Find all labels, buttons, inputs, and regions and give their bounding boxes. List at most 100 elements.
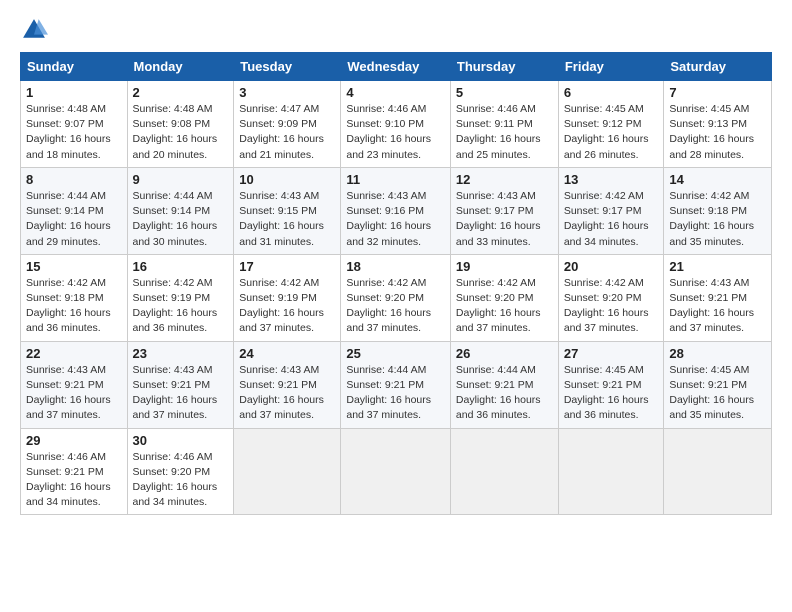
day-info: Sunrise: 4:43 AMSunset: 9:16 PMDaylight:… bbox=[346, 190, 431, 248]
day-number: 12 bbox=[456, 172, 553, 187]
day-info: Sunrise: 4:47 AMSunset: 9:09 PMDaylight:… bbox=[239, 103, 324, 161]
calendar-cell: 22 Sunrise: 4:43 AMSunset: 9:21 PMDaylig… bbox=[21, 341, 128, 428]
day-info: Sunrise: 4:42 AMSunset: 9:20 PMDaylight:… bbox=[564, 277, 649, 335]
calendar-cell: 5 Sunrise: 4:46 AMSunset: 9:11 PMDayligh… bbox=[450, 81, 558, 168]
calendar-cell: 24 Sunrise: 4:43 AMSunset: 9:21 PMDaylig… bbox=[234, 341, 341, 428]
calendar-cell: 8 Sunrise: 4:44 AMSunset: 9:14 PMDayligh… bbox=[21, 167, 128, 254]
weekday-header-row: SundayMondayTuesdayWednesdayThursdayFrid… bbox=[21, 53, 772, 81]
day-number: 2 bbox=[133, 85, 229, 100]
calendar-cell: 25 Sunrise: 4:44 AMSunset: 9:21 PMDaylig… bbox=[341, 341, 451, 428]
day-number: 4 bbox=[346, 85, 445, 100]
day-number: 18 bbox=[346, 259, 445, 274]
day-info: Sunrise: 4:44 AMSunset: 9:21 PMDaylight:… bbox=[456, 364, 541, 422]
day-number: 5 bbox=[456, 85, 553, 100]
day-info: Sunrise: 4:46 AMSunset: 9:21 PMDaylight:… bbox=[26, 451, 111, 509]
day-number: 17 bbox=[239, 259, 335, 274]
calendar-cell: 18 Sunrise: 4:42 AMSunset: 9:20 PMDaylig… bbox=[341, 254, 451, 341]
calendar-cell bbox=[234, 428, 341, 515]
day-number: 8 bbox=[26, 172, 122, 187]
day-info: Sunrise: 4:44 AMSunset: 9:21 PMDaylight:… bbox=[346, 364, 431, 422]
calendar-cell: 13 Sunrise: 4:42 AMSunset: 9:17 PMDaylig… bbox=[558, 167, 664, 254]
calendar-cell: 9 Sunrise: 4:44 AMSunset: 9:14 PMDayligh… bbox=[127, 167, 234, 254]
calendar-cell: 30 Sunrise: 4:46 AMSunset: 9:20 PMDaylig… bbox=[127, 428, 234, 515]
day-number: 21 bbox=[669, 259, 766, 274]
day-info: Sunrise: 4:45 AMSunset: 9:13 PMDaylight:… bbox=[669, 103, 754, 161]
weekday-header-wednesday: Wednesday bbox=[341, 53, 451, 81]
calendar-cell bbox=[664, 428, 772, 515]
calendar-cell: 1 Sunrise: 4:48 AMSunset: 9:07 PMDayligh… bbox=[21, 81, 128, 168]
weekday-header-saturday: Saturday bbox=[664, 53, 772, 81]
day-info: Sunrise: 4:48 AMSunset: 9:07 PMDaylight:… bbox=[26, 103, 111, 161]
day-info: Sunrise: 4:42 AMSunset: 9:17 PMDaylight:… bbox=[564, 190, 649, 248]
day-info: Sunrise: 4:46 AMSunset: 9:20 PMDaylight:… bbox=[133, 451, 218, 509]
day-number: 7 bbox=[669, 85, 766, 100]
day-number: 11 bbox=[346, 172, 445, 187]
calendar-cell: 2 Sunrise: 4:48 AMSunset: 9:08 PMDayligh… bbox=[127, 81, 234, 168]
day-info: Sunrise: 4:43 AMSunset: 9:15 PMDaylight:… bbox=[239, 190, 324, 248]
day-number: 23 bbox=[133, 346, 229, 361]
day-info: Sunrise: 4:45 AMSunset: 9:21 PMDaylight:… bbox=[669, 364, 754, 422]
day-number: 10 bbox=[239, 172, 335, 187]
day-number: 14 bbox=[669, 172, 766, 187]
day-info: Sunrise: 4:42 AMSunset: 9:20 PMDaylight:… bbox=[346, 277, 431, 335]
header bbox=[20, 16, 772, 44]
day-number: 24 bbox=[239, 346, 335, 361]
calendar-cell: 19 Sunrise: 4:42 AMSunset: 9:20 PMDaylig… bbox=[450, 254, 558, 341]
day-number: 28 bbox=[669, 346, 766, 361]
day-number: 1 bbox=[26, 85, 122, 100]
day-number: 25 bbox=[346, 346, 445, 361]
day-number: 20 bbox=[564, 259, 659, 274]
calendar-cell: 29 Sunrise: 4:46 AMSunset: 9:21 PMDaylig… bbox=[21, 428, 128, 515]
day-number: 3 bbox=[239, 85, 335, 100]
day-number: 9 bbox=[133, 172, 229, 187]
day-number: 27 bbox=[564, 346, 659, 361]
day-number: 26 bbox=[456, 346, 553, 361]
calendar-week-row: 8 Sunrise: 4:44 AMSunset: 9:14 PMDayligh… bbox=[21, 167, 772, 254]
calendar-cell bbox=[558, 428, 664, 515]
calendar-cell: 23 Sunrise: 4:43 AMSunset: 9:21 PMDaylig… bbox=[127, 341, 234, 428]
day-info: Sunrise: 4:46 AMSunset: 9:11 PMDaylight:… bbox=[456, 103, 541, 161]
weekday-header-monday: Monday bbox=[127, 53, 234, 81]
logo-icon bbox=[20, 16, 48, 44]
day-info: Sunrise: 4:43 AMSunset: 9:21 PMDaylight:… bbox=[26, 364, 111, 422]
day-info: Sunrise: 4:46 AMSunset: 9:10 PMDaylight:… bbox=[346, 103, 431, 161]
day-info: Sunrise: 4:43 AMSunset: 9:21 PMDaylight:… bbox=[239, 364, 324, 422]
day-number: 6 bbox=[564, 85, 659, 100]
day-info: Sunrise: 4:42 AMSunset: 9:18 PMDaylight:… bbox=[26, 277, 111, 335]
day-info: Sunrise: 4:43 AMSunset: 9:21 PMDaylight:… bbox=[133, 364, 218, 422]
day-number: 19 bbox=[456, 259, 553, 274]
logo bbox=[20, 16, 52, 44]
calendar-cell: 27 Sunrise: 4:45 AMSunset: 9:21 PMDaylig… bbox=[558, 341, 664, 428]
day-number: 30 bbox=[133, 433, 229, 448]
day-info: Sunrise: 4:43 AMSunset: 9:21 PMDaylight:… bbox=[669, 277, 754, 335]
weekday-header-friday: Friday bbox=[558, 53, 664, 81]
calendar-table: SundayMondayTuesdayWednesdayThursdayFrid… bbox=[20, 52, 772, 515]
calendar-cell bbox=[450, 428, 558, 515]
calendar-cell bbox=[341, 428, 451, 515]
day-number: 15 bbox=[26, 259, 122, 274]
calendar-cell: 26 Sunrise: 4:44 AMSunset: 9:21 PMDaylig… bbox=[450, 341, 558, 428]
day-info: Sunrise: 4:43 AMSunset: 9:17 PMDaylight:… bbox=[456, 190, 541, 248]
page-container: SundayMondayTuesdayWednesdayThursdayFrid… bbox=[0, 0, 792, 525]
calendar-cell: 14 Sunrise: 4:42 AMSunset: 9:18 PMDaylig… bbox=[664, 167, 772, 254]
calendar-cell: 6 Sunrise: 4:45 AMSunset: 9:12 PMDayligh… bbox=[558, 81, 664, 168]
calendar-week-row: 22 Sunrise: 4:43 AMSunset: 9:21 PMDaylig… bbox=[21, 341, 772, 428]
day-info: Sunrise: 4:42 AMSunset: 9:20 PMDaylight:… bbox=[456, 277, 541, 335]
calendar-cell: 20 Sunrise: 4:42 AMSunset: 9:20 PMDaylig… bbox=[558, 254, 664, 341]
day-info: Sunrise: 4:44 AMSunset: 9:14 PMDaylight:… bbox=[133, 190, 218, 248]
day-number: 16 bbox=[133, 259, 229, 274]
weekday-header-tuesday: Tuesday bbox=[234, 53, 341, 81]
weekday-header-sunday: Sunday bbox=[21, 53, 128, 81]
calendar-week-row: 1 Sunrise: 4:48 AMSunset: 9:07 PMDayligh… bbox=[21, 81, 772, 168]
day-number: 22 bbox=[26, 346, 122, 361]
calendar-cell: 3 Sunrise: 4:47 AMSunset: 9:09 PMDayligh… bbox=[234, 81, 341, 168]
day-info: Sunrise: 4:45 AMSunset: 9:21 PMDaylight:… bbox=[564, 364, 649, 422]
calendar-week-row: 15 Sunrise: 4:42 AMSunset: 9:18 PMDaylig… bbox=[21, 254, 772, 341]
day-info: Sunrise: 4:42 AMSunset: 9:19 PMDaylight:… bbox=[239, 277, 324, 335]
calendar-week-row: 29 Sunrise: 4:46 AMSunset: 9:21 PMDaylig… bbox=[21, 428, 772, 515]
day-info: Sunrise: 4:42 AMSunset: 9:18 PMDaylight:… bbox=[669, 190, 754, 248]
calendar-cell: 4 Sunrise: 4:46 AMSunset: 9:10 PMDayligh… bbox=[341, 81, 451, 168]
day-number: 13 bbox=[564, 172, 659, 187]
calendar-cell: 21 Sunrise: 4:43 AMSunset: 9:21 PMDaylig… bbox=[664, 254, 772, 341]
day-info: Sunrise: 4:48 AMSunset: 9:08 PMDaylight:… bbox=[133, 103, 218, 161]
